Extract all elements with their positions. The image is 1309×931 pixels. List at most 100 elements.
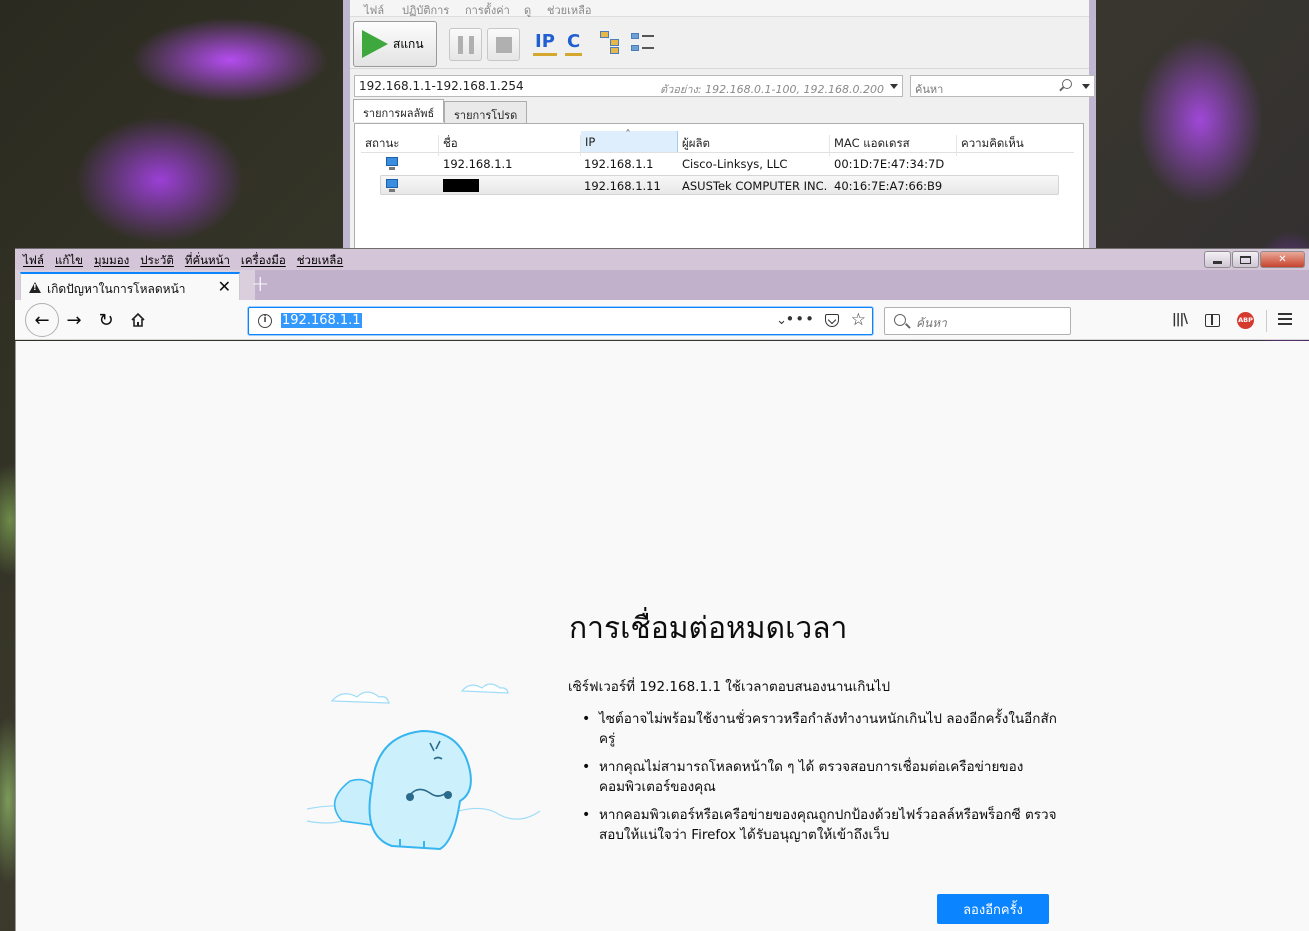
dinosaur-illustration-icon xyxy=(306,683,541,851)
tab-results[interactable]: รายการผลลัพธ์ xyxy=(353,99,445,122)
hamburger-menu-icon[interactable] xyxy=(1278,313,1292,325)
home-button[interactable] xyxy=(124,306,152,334)
error-suggestions-list: ไซต์อาจไม่พร้อมใช้งานชั่วคราวหรือกำลังทำ… xyxy=(582,709,1062,853)
list-item: หากคุณไม่สามารถโหลดหน้าใด ๆ ได้ ตรวจสอบก… xyxy=(582,757,1062,797)
col-ip[interactable]: IP xyxy=(581,128,678,152)
ff-menu-file[interactable]: ไฟล์ xyxy=(23,252,44,270)
row-ip: 192.168.1.1 xyxy=(584,157,654,171)
window-close-button[interactable]: ✕ xyxy=(1260,251,1305,268)
chevron-down-icon[interactable] xyxy=(1082,84,1090,89)
search-placeholder: ค้นหา xyxy=(916,316,947,330)
url-bar[interactable]: i 192.168.1.1 ⌄ ••• ☆ xyxy=(248,307,873,335)
reload-button[interactable]: ↻ xyxy=(92,306,120,334)
info-icon[interactable]: i xyxy=(258,314,272,328)
list-item: ไซต์อาจไม่พร้อมใช้งานชั่วคราวหรือกำลังทำ… xyxy=(582,709,1062,749)
ip-range-hint: ตัวอย่าง: 192.168.0.1-100, 192.168.0.200 xyxy=(659,83,884,96)
ff-menu-edit[interactable]: แก้ไข xyxy=(55,252,83,270)
search-icon xyxy=(894,314,906,326)
sidebar-icon[interactable] xyxy=(1205,314,1220,327)
tab-title: เกิดปัญหาในการโหลดหน้า xyxy=(47,282,186,296)
new-tab-button[interactable]: + xyxy=(251,272,269,297)
adblock-plus-icon[interactable]: ABP xyxy=(1237,312,1254,329)
scanner-toolbar: สแกน IP C xyxy=(350,17,1089,69)
tab-error-page[interactable]: เกิดปัญหาในการโหลดหน้า ✕ xyxy=(20,272,240,300)
scanner-search-input[interactable]: ค้นหา xyxy=(910,75,1095,97)
warning-icon xyxy=(29,282,41,293)
pocket-icon[interactable] xyxy=(825,314,839,327)
table-header: สถานะ ชื่อ IP ผู้ผลิต MAC แอดเดรส ความคิ… xyxy=(361,128,1074,156)
library-icon[interactable]: |||\ xyxy=(1172,312,1188,327)
ip-scanner-window: ไฟล์ ปฏิบัติการ การตั้งค่า ดู ช่วยเหลือ … xyxy=(343,0,1096,252)
ff-menu-history[interactable]: ประวัติ xyxy=(140,252,174,270)
table-row[interactable]: 192.168.1.1 192.168.1.1 Cisco-Linksys, L… xyxy=(361,154,1074,174)
maximize-button[interactable] xyxy=(1232,251,1259,268)
scanner-menubar: ไฟล์ ปฏิบัติการ การตั้งค่า ดู ช่วยเหลือ xyxy=(350,0,1089,17)
col-vendor[interactable]: ผู้ผลิต xyxy=(678,135,830,156)
reload-icon: ↻ xyxy=(98,309,114,331)
chevron-down-icon[interactable] xyxy=(890,84,898,89)
try-again-button[interactable]: ลองอีกครั้ง xyxy=(937,894,1049,924)
results-table: สถานะ ชื่อ IP ผู้ผลิต MAC แอดเดรส ความคิ… xyxy=(354,123,1084,252)
class-c-button[interactable]: C xyxy=(564,31,583,56)
ip-range-value: 192.168.1.1-192.168.1.254 xyxy=(359,79,524,93)
error-description: เซิร์ฟเวอร์ที่ 192.168.1.1 ใช้เวลาตอบสนอ… xyxy=(568,679,891,695)
pause-button[interactable] xyxy=(449,28,482,61)
col-mac[interactable]: MAC แอดเดรส xyxy=(830,135,957,156)
forward-button[interactable]: → xyxy=(60,306,88,334)
minimize-icon xyxy=(1213,261,1222,264)
ip-range-input[interactable]: 192.168.1.1-192.168.1.254 ตัวอย่าง: 192.… xyxy=(354,75,903,97)
scanner-search-placeholder: ค้นหา xyxy=(915,83,944,96)
collapse-all-icon[interactable] xyxy=(631,31,657,55)
col-status[interactable]: สถานะ xyxy=(361,135,439,156)
maximize-icon xyxy=(1240,255,1251,264)
row-vendor: Cisco-Linksys, LLC xyxy=(682,157,788,171)
firefox-titlebar: ไฟล์ แก้ไข มุมมอง ประวัติ ที่คั่นหน้า เค… xyxy=(15,248,1309,270)
ff-menu-view[interactable]: มุมมอง xyxy=(94,252,129,270)
scan-button[interactable]: สแกน xyxy=(353,21,437,67)
stop-icon xyxy=(495,36,512,53)
ff-menu-bookmarks[interactable]: ที่คั่นหน้า xyxy=(185,252,230,270)
search-input[interactable]: ค้นหา xyxy=(884,307,1071,335)
row-ip: 192.168.1.11 xyxy=(584,179,661,193)
play-icon xyxy=(362,30,388,58)
col-name[interactable]: ชื่อ xyxy=(439,135,581,156)
computer-icon xyxy=(385,157,399,171)
window-controls: ✕ xyxy=(1204,251,1305,268)
ff-menu-tools[interactable]: เครื่องมือ xyxy=(241,252,286,270)
row-name-redacted xyxy=(443,179,479,195)
row-mac: 00:1D:7E:47:34:7D xyxy=(834,157,945,171)
search-icon xyxy=(1062,79,1072,89)
computer-icon xyxy=(385,179,399,193)
close-icon: ✕ xyxy=(1278,254,1287,265)
table-row[interactable]: 192.168.1.11 ASUSTek COMPUTER INC. 40:16… xyxy=(380,175,1059,195)
home-icon xyxy=(131,312,145,327)
close-tab-icon[interactable]: ✕ xyxy=(218,277,231,296)
col-comment[interactable]: ความคิดเห็น xyxy=(957,135,1057,156)
row-mac: 40:16:7E:A7:66:B9 xyxy=(834,179,943,193)
back-button[interactable]: ← xyxy=(25,303,59,337)
stop-button[interactable] xyxy=(487,28,520,61)
firefox-menubar: ไฟล์ แก้ไข มุมมอง ประวัติ ที่คั่นหน้า เค… xyxy=(23,252,354,270)
minimize-button[interactable] xyxy=(1204,251,1231,268)
arrow-left-icon: ← xyxy=(34,309,50,331)
navigation-toolbar: ← → ↻ i 192.168.1.1 ⌄ ••• ☆ ค้นหา |||\ A… xyxy=(15,300,1309,340)
tab-strip: เกิดปัญหาในการโหลดหน้า ✕ xyxy=(15,270,1309,300)
tab-favorites[interactable]: รายการโปรด xyxy=(444,101,528,123)
page-actions-icon[interactable]: ••• xyxy=(785,310,815,328)
error-page-content: การเชื่อมต่อหมดเวลา เซิร์ฟเวอร์ที่ 192.1… xyxy=(15,341,1309,931)
expand-all-icon[interactable] xyxy=(600,31,626,55)
ip-range-button[interactable]: IP xyxy=(533,31,557,56)
list-item: หากคอมพิวเตอร์หรือเครือข่ายของคุณถูกปกป้… xyxy=(582,805,1062,845)
url-text[interactable]: 192.168.1.1 xyxy=(281,313,362,328)
firefox-window: ไฟล์ แก้ไข มุมมอง ประวัติ ที่คั่นหน้า เค… xyxy=(15,248,1309,931)
row-name: 192.168.1.1 xyxy=(443,157,513,171)
arrow-right-icon: → xyxy=(66,309,82,331)
ff-menu-help[interactable]: ช่วยเหลือ xyxy=(297,252,343,270)
row-vendor: ASUSTek COMPUTER INC. xyxy=(682,179,828,193)
bookmark-star-icon[interactable]: ☆ xyxy=(851,310,866,330)
ip-range-row: 192.168.1.1-192.168.1.254 ตัวอย่าง: 192.… xyxy=(354,75,1095,97)
pause-icon xyxy=(457,35,474,54)
scan-button-label: สแกน xyxy=(393,36,424,51)
error-title: การเชื่อมต่อหมดเวลา xyxy=(569,611,848,646)
toolbar-divider xyxy=(1266,310,1267,332)
